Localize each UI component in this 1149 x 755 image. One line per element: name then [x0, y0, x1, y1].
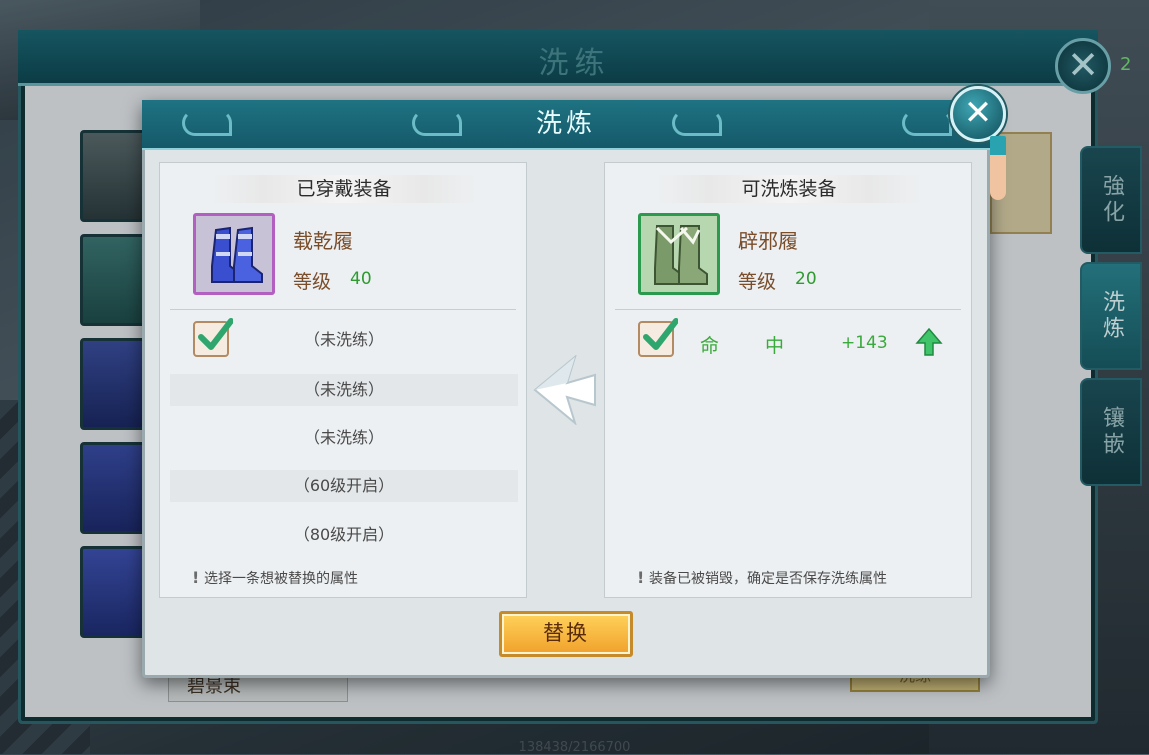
- equipped-level-label: 等级: [293, 271, 332, 293]
- tassel-ornament: [990, 136, 1006, 200]
- divider: [170, 309, 516, 310]
- divider: [615, 309, 961, 310]
- attribute-row-2[interactable]: （未洗练）: [170, 374, 518, 406]
- attribute-value: +143: [841, 333, 888, 353]
- refinable-level-value: 20: [795, 269, 817, 289]
- attribute-checkbox[interactable]: [638, 318, 678, 357]
- checkmark-icon: [643, 318, 678, 350]
- right-hint-text: 装备已被销毁，确定是否保存洗练属性: [649, 571, 887, 587]
- equipped-level-value: 40: [350, 269, 372, 289]
- close-icon[interactable]: ✕: [950, 86, 1006, 142]
- refinable-item-name: 辟邪履: [738, 229, 798, 253]
- replace-button[interactable]: 替换: [499, 611, 633, 657]
- left-hint: ! 选择一条想被替换的属性: [192, 568, 358, 588]
- arrow-up-icon: [915, 327, 943, 356]
- boots-icon[interactable]: [638, 213, 720, 295]
- attribute-row-4: （60级开启）: [170, 470, 518, 502]
- refinable-level-label: 等级: [738, 271, 777, 293]
- attribute-row-5: （80级开启）: [293, 525, 395, 544]
- exclamation-icon: !: [192, 568, 200, 587]
- modal-title: 洗炼: [535, 109, 596, 139]
- equipped-item-name: 载乾履: [293, 229, 353, 253]
- attribute-name-char-1: 命: [700, 335, 720, 357]
- attribute-row-1[interactable]: （未洗练）: [170, 324, 518, 356]
- refinable-panel-title: 可洗炼装备: [655, 175, 923, 203]
- boots-icon[interactable]: [193, 213, 275, 295]
- exclamation-icon: !: [637, 568, 645, 587]
- right-hint: ! 装备已被销毁，确定是否保存洗练属性: [637, 568, 887, 588]
- transfer-arrow-icon: [533, 355, 596, 425]
- refinable-panel: 可洗炼装备 辟邪履 等级 20 命 中 +143 ! 装备已被销毁，确定是否保存洗…: [604, 162, 972, 598]
- left-hint-text: 选择一条想被替换的属性: [204, 571, 358, 587]
- attribute-name-char-2: 中: [765, 335, 785, 357]
- equipped-panel: 已穿戴装备 载乾履 等级 40 （未洗练） （未洗练） （未洗练） （60级开启…: [159, 162, 527, 598]
- equipped-panel-title: 已穿戴装备: [210, 175, 478, 203]
- attribute-row-3[interactable]: （未洗练）: [170, 422, 518, 454]
